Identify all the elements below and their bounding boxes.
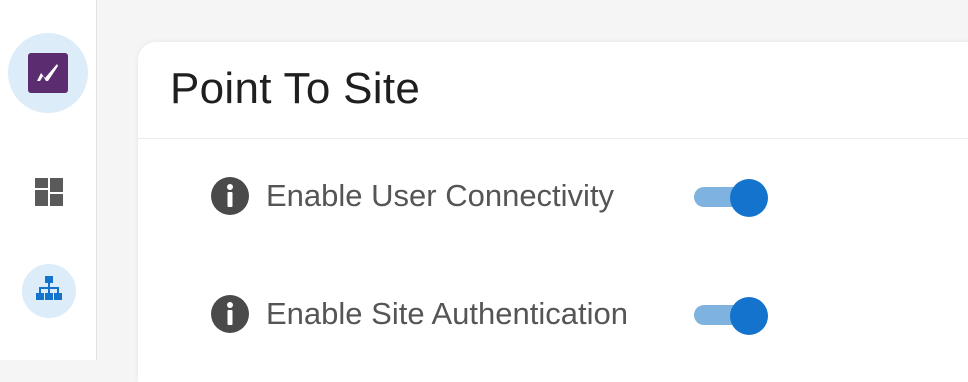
toggle-knob <box>730 297 768 335</box>
card-header: Point To Site <box>138 42 968 139</box>
setting-row-user-connectivity: Enable User Connectivity <box>210 174 768 218</box>
user-connectivity-toggle[interactable] <box>694 179 768 217</box>
setting-label: Enable Site Authentication <box>266 296 628 331</box>
info-icon[interactable] <box>210 294 250 334</box>
dashboard-icon <box>33 176 65 213</box>
brand-logo-icon <box>28 53 68 93</box>
info-icon[interactable] <box>210 176 250 216</box>
sidebar-item-dashboard[interactable] <box>24 169 74 219</box>
point-to-site-card: Point To Site Enable User Connectivity E… <box>138 42 968 382</box>
sitemap-icon <box>34 274 64 309</box>
sidebar <box>0 0 97 360</box>
page-title: Point To Site <box>170 64 421 113</box>
setting-label: Enable User Connectivity <box>266 178 615 213</box>
setting-row-site-authentication: Enable Site Authentication <box>210 292 768 336</box>
logo-container[interactable] <box>8 33 88 113</box>
toggle-knob <box>730 179 768 217</box>
sidebar-item-sites[interactable] <box>22 264 76 318</box>
site-authentication-toggle[interactable] <box>694 297 768 335</box>
